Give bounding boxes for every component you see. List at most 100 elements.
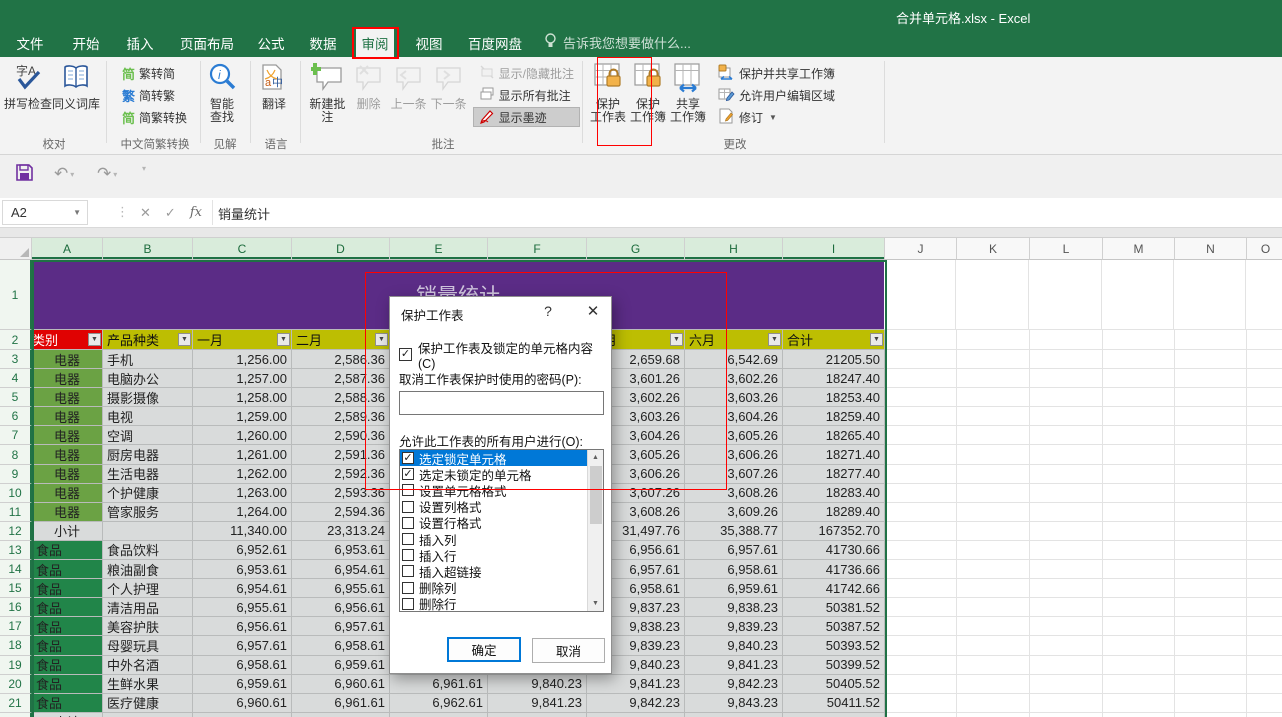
value-cell[interactable]: 1,260.00: [193, 426, 292, 446]
option-checkbox[interactable]: [402, 452, 414, 465]
value-cell[interactable]: 6,956.61: [292, 598, 390, 618]
option-checkbox[interactable]: [402, 549, 414, 562]
category-cell[interactable]: 电器: [32, 350, 103, 370]
ribbon-button-保护工作簿[interactable]: 保护 工作簿: [628, 59, 668, 124]
column-header-L[interactable]: L: [1030, 238, 1103, 260]
value-cell[interactable]: 2,588.36: [292, 388, 390, 408]
row-header-14[interactable]: 14: [0, 560, 32, 580]
ribbon-button-智能查找[interactable]: i 智能 查找: [202, 59, 242, 124]
value-cell[interactable]: 9,841.23: [587, 674, 685, 694]
undo-icon[interactable]: ↶ ▾: [54, 164, 74, 184]
product-cell[interactable]: 厨房电器: [103, 445, 193, 465]
empty-cell[interactable]: [1247, 579, 1282, 599]
value-cell[interactable]: 18283.40: [783, 483, 885, 503]
empty-cell[interactable]: [1103, 598, 1175, 618]
empty-cell[interactable]: [885, 712, 957, 717]
empty-cell[interactable]: [1103, 712, 1175, 717]
value-cell[interactable]: 6,955.61: [193, 598, 292, 618]
value-cell[interactable]: 9,840.23: [685, 636, 783, 656]
category-cell[interactable]: 食品: [32, 655, 103, 675]
empty-cell[interactable]: [1175, 540, 1247, 561]
row-header-4[interactable]: 4: [0, 369, 32, 389]
customize-qat-icon[interactable]: ▾: [140, 164, 146, 173]
ribbon-button-允许用户编辑区域[interactable]: 允许用户编辑区域: [712, 85, 841, 105]
empty-cell[interactable]: [1103, 330, 1175, 350]
empty-cell[interactable]: [1247, 636, 1282, 656]
value-cell[interactable]: 18277.40: [783, 464, 885, 484]
value-cell[interactable]: 50411.52: [783, 693, 885, 713]
value-cell[interactable]: 6,959.61: [685, 579, 783, 599]
tab-页面布局[interactable]: 页面布局: [172, 28, 242, 57]
row-header-7[interactable]: 7: [0, 426, 32, 446]
empty-cell[interactable]: [957, 712, 1030, 717]
tell-me-box[interactable]: 告诉我您想要做什么...: [544, 28, 691, 57]
empty-cell[interactable]: [1103, 674, 1175, 694]
column-header-G[interactable]: G: [587, 238, 685, 260]
value-cell[interactable]: 6,952.61: [193, 540, 292, 561]
empty-cell[interactable]: [957, 502, 1030, 522]
empty-cell[interactable]: [1030, 388, 1103, 408]
category-cell[interactable]: 小计: [32, 521, 103, 541]
empty-cell[interactable]: [885, 426, 957, 446]
empty-cell[interactable]: [885, 540, 957, 561]
empty-cell[interactable]: [1030, 579, 1103, 599]
value-cell[interactable]: 6,959.61: [292, 655, 390, 675]
value-cell[interactable]: 3,609.26: [685, 502, 783, 522]
option-checkbox[interactable]: [402, 581, 414, 594]
value-cell[interactable]: 50399.52: [783, 655, 885, 675]
listbox-scrollbar[interactable]: ▲ ▼: [587, 450, 603, 611]
empty-cell[interactable]: [1175, 350, 1247, 370]
value-cell[interactable]: 79,902.21: [488, 712, 587, 717]
product-cell[interactable]: 母婴玩具: [103, 636, 193, 656]
value-cell[interactable]: 2,594.36: [292, 502, 390, 522]
empty-cell[interactable]: [1103, 521, 1175, 541]
empty-cell[interactable]: [1247, 369, 1282, 389]
value-cell[interactable]: 62,627.49: [390, 712, 488, 717]
empty-cell[interactable]: [957, 445, 1030, 465]
empty-cell[interactable]: [1030, 483, 1103, 503]
value-cell[interactable]: 6,958.61: [685, 560, 783, 580]
empty-cell[interactable]: [1175, 502, 1247, 522]
value-cell[interactable]: 3,605.26: [685, 426, 783, 446]
formula-content[interactable]: 销量统计: [218, 204, 270, 223]
value-cell[interactable]: 2,593.36: [292, 483, 390, 503]
empty-cell[interactable]: [885, 464, 957, 484]
empty-cell[interactable]: [1175, 598, 1247, 618]
ribbon-button-新建批注[interactable]: 新建批注: [306, 59, 349, 124]
row-header-19[interactable]: 19: [0, 655, 32, 675]
value-cell[interactable]: 79,911.21: [587, 712, 685, 717]
column-header-N[interactable]: N: [1175, 238, 1247, 260]
empty-cell[interactable]: [885, 674, 957, 694]
filter-dropdown-icon[interactable]: ▼: [277, 333, 290, 346]
column-header-A[interactable]: A: [32, 238, 103, 260]
column-header-J[interactable]: J: [885, 238, 957, 260]
category-cell[interactable]: 食品: [32, 560, 103, 580]
permission-option-设置行格式[interactable]: 设置行格式: [400, 515, 587, 531]
permission-option-删除列[interactable]: 删除列: [400, 580, 587, 596]
empty-cell[interactable]: [957, 426, 1030, 446]
empty-cell[interactable]: [1247, 445, 1282, 465]
row-header-11[interactable]: 11: [0, 502, 32, 522]
filter-dropdown-icon[interactable]: ▼: [670, 333, 683, 346]
row-header-6[interactable]: 6: [0, 407, 32, 427]
option-checkbox[interactable]: [402, 516, 414, 529]
row-header-2[interactable]: 2: [0, 330, 32, 350]
column-header-H[interactable]: H: [685, 238, 783, 260]
permission-option-删除行[interactable]: 删除行: [400, 596, 587, 611]
empty-cell[interactable]: [1103, 445, 1175, 465]
value-cell[interactable]: 2,592.36: [292, 464, 390, 484]
empty-cell[interactable]: [1030, 407, 1103, 427]
value-cell[interactable]: 3,608.26: [685, 483, 783, 503]
filter-dropdown-icon[interactable]: ▼: [768, 333, 781, 346]
empty-cell[interactable]: [957, 693, 1030, 713]
header-cell-一月[interactable]: 一月 ▼: [193, 330, 292, 350]
value-cell[interactable]: 6,954.61: [292, 560, 390, 580]
header-cell-类别[interactable]: 类别 ▼: [32, 330, 103, 350]
ribbon-button-繁转简[interactable]: 简繁转简: [116, 63, 193, 83]
empty-cell[interactable]: [1103, 540, 1175, 561]
tab-开始[interactable]: 开始: [64, 28, 108, 57]
row-header-21[interactable]: 21: [0, 693, 32, 713]
value-cell[interactable]: 6,962.61: [390, 693, 488, 713]
header-cell-二月[interactable]: 二月 ▼: [292, 330, 390, 350]
empty-cell[interactable]: [885, 330, 957, 350]
